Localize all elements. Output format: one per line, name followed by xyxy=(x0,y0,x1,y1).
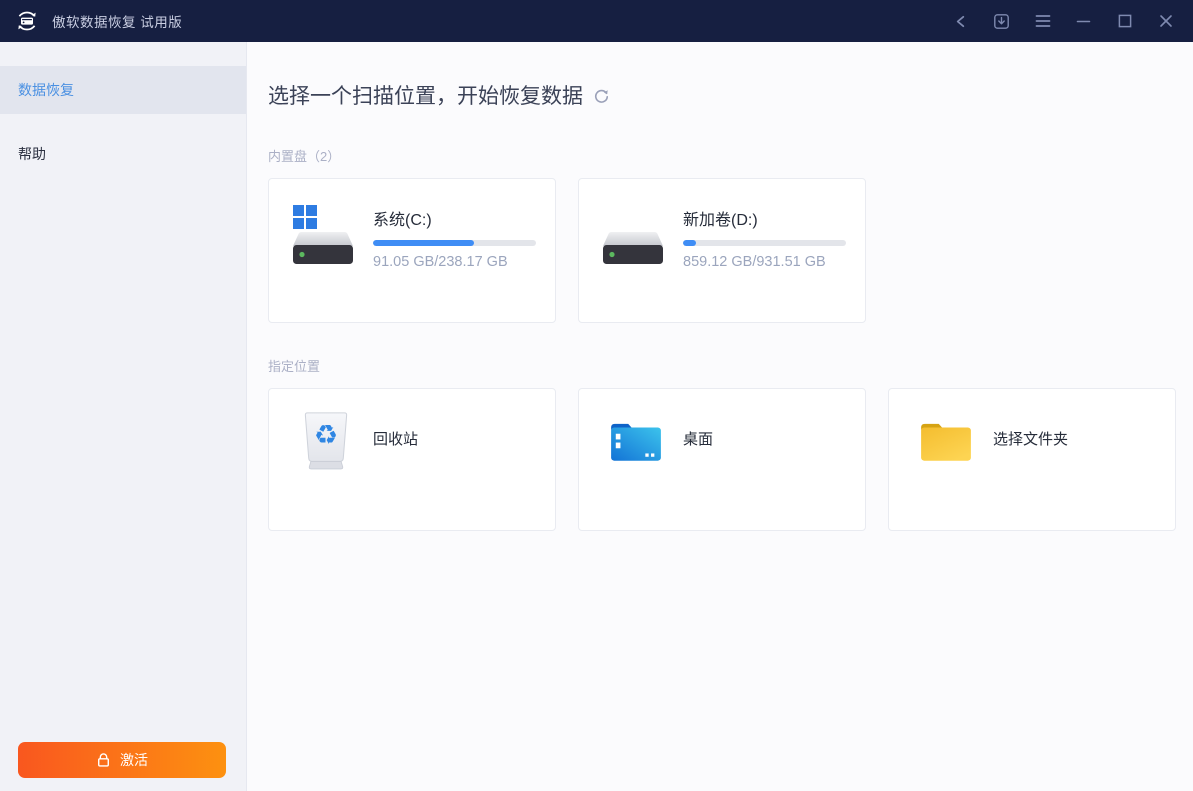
app-title: 傲软数据恢复 试用版 xyxy=(52,11,182,31)
main-content: 选择一个扫描位置，开始恢复数据 内置盘（2） xyxy=(247,42,1193,791)
menu-icon[interactable] xyxy=(1034,13,1051,30)
page-title-row: 选择一个扫描位置，开始恢复数据 xyxy=(268,80,1193,110)
sidebar-item-label: 数据恢复 xyxy=(18,80,74,100)
capacity-bar xyxy=(683,240,846,246)
sidebar-item-label: 帮助 xyxy=(18,144,46,164)
location-label: 回收站 xyxy=(373,428,418,449)
recycle-bin-icon: ♻ xyxy=(293,409,359,473)
capacity-bar-fill xyxy=(373,240,474,246)
activate-label: 激活 xyxy=(120,750,148,770)
drive-icon xyxy=(601,207,667,267)
capacity-bar xyxy=(373,240,536,246)
drive-info: 系统(C:) 91.05 GB/238.17 GB xyxy=(373,210,536,270)
drive-cards-row: 系统(C:) 91.05 GB/238.17 GB xyxy=(268,178,1193,323)
sidebar-item-data-recovery[interactable]: 数据恢复 xyxy=(0,66,246,114)
choose-folder-icon xyxy=(913,409,979,473)
page-title: 选择一个扫描位置，开始恢复数据 xyxy=(268,80,583,110)
download-icon[interactable] xyxy=(993,13,1010,30)
app-body: 数据恢复 帮助 激活 选择一个扫描位置，开始恢复数据 xyxy=(0,42,1193,791)
drive-info: 新加卷(D:) 859.12 GB/931.51 GB xyxy=(683,210,846,270)
system-drive-icon xyxy=(291,207,357,267)
sidebar-item-help[interactable]: 帮助 xyxy=(0,130,246,178)
close-button[interactable] xyxy=(1157,13,1174,30)
minimize-button[interactable] xyxy=(1075,13,1092,30)
drive-usage: 91.05 GB/238.17 GB xyxy=(373,254,536,270)
app-window: 傲软数据恢复 试用版 xyxy=(0,0,1193,791)
titlebar-controls xyxy=(952,13,1174,30)
location-card-desktop[interactable]: 桌面 xyxy=(578,388,866,531)
drive-name: 新加卷(D:) xyxy=(683,210,846,231)
drive-card-system-c[interactable]: 系统(C:) 91.05 GB/238.17 GB xyxy=(268,178,556,323)
section-label-locations: 指定位置 xyxy=(268,356,1193,375)
sidebar: 数据恢复 帮助 激活 xyxy=(0,42,247,791)
svg-text:♻: ♻ xyxy=(314,420,338,451)
titlebar: 傲软数据恢复 试用版 xyxy=(0,0,1193,42)
section-label-internal-drives: 内置盘（2） xyxy=(268,146,1193,165)
location-label: 选择文件夹 xyxy=(993,428,1068,449)
drive-card-new-volume-d[interactable]: 新加卷(D:) 859.12 GB/931.51 GB xyxy=(578,178,866,323)
share-icon[interactable] xyxy=(952,13,969,30)
lock-icon xyxy=(96,752,111,768)
location-card-choose-folder[interactable]: 选择文件夹 xyxy=(888,388,1176,531)
location-card-recycle-bin[interactable]: ♻ 回收站 xyxy=(268,388,556,531)
activate-button[interactable]: 激活 xyxy=(18,742,226,778)
drive-usage: 859.12 GB/931.51 GB xyxy=(683,254,846,270)
app-logo-icon xyxy=(14,8,40,34)
drive-name: 系统(C:) xyxy=(373,210,536,231)
refresh-icon[interactable] xyxy=(593,88,610,105)
location-cards-row: ♻ 回收站 xyxy=(268,388,1193,531)
capacity-bar-fill xyxy=(683,240,696,246)
desktop-folder-icon xyxy=(603,409,669,473)
location-label: 桌面 xyxy=(683,428,713,449)
maximize-button[interactable] xyxy=(1116,13,1133,30)
titlebar-left: 傲软数据恢复 试用版 xyxy=(14,8,182,34)
